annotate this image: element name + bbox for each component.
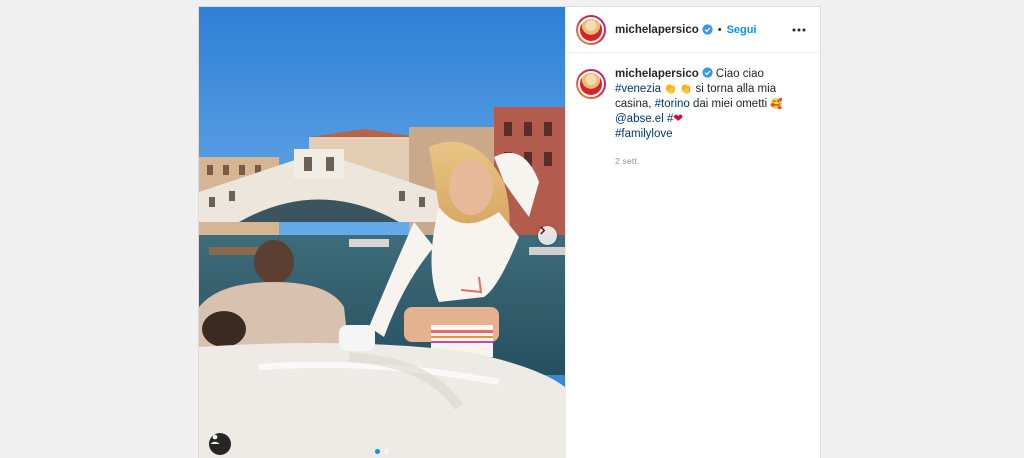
post-sidebar: michelapersico • Segui michelapersico Ci… <box>565 7 821 458</box>
hashtag-link[interactable]: #familylove <box>615 128 673 140</box>
verified-badge-icon <box>702 67 713 78</box>
caption-avatar[interactable] <box>576 69 606 99</box>
heart-emoji: ❤ <box>673 113 684 125</box>
post-timestamp[interactable]: 2 sett. <box>615 154 811 169</box>
verified-badge-icon <box>702 24 713 35</box>
chevron-right-icon <box>540 226 546 235</box>
clap-emoji: 👏 <box>679 84 693 95</box>
post-header: michelapersico • Segui <box>566 7 821 53</box>
hashtag-link[interactable]: #torino <box>655 98 690 110</box>
more-options-icon <box>792 28 806 31</box>
smiling-hearts-emoji: 🥰 <box>770 99 783 110</box>
next-slide-button[interactable] <box>538 226 557 245</box>
user-tag-icon <box>210 434 220 444</box>
caption-username[interactable]: michelapersico <box>615 68 699 80</box>
clap-emoji: 👏 <box>664 84 677 95</box>
carousel-dots <box>375 449 389 454</box>
hashtag-link[interactable]: #venezia <box>615 83 661 95</box>
carousel-dot <box>384 449 389 454</box>
caption-row: michelapersico Ciao ciao #venezia 👏 👏 si… <box>566 53 821 169</box>
user-tags-button[interactable] <box>209 433 231 455</box>
more-options-button[interactable] <box>787 18 811 42</box>
carousel-dot-active <box>375 449 380 454</box>
post-card: michelapersico • Segui michelapersico Ci… <box>198 6 821 458</box>
photo-venice <box>199 7 565 458</box>
caption-segment: dai miei ometti <box>689 98 771 110</box>
post-media[interactable] <box>199 7 565 458</box>
mention-link[interactable]: @abse.el <box>615 113 664 125</box>
header-username[interactable]: michelapersico <box>615 24 699 36</box>
follow-button[interactable]: Segui <box>727 24 757 36</box>
caption-segment: Ciao ciao <box>712 68 764 80</box>
avatar[interactable] <box>576 14 606 45</box>
caption-text: michelapersico Ciao ciao #venezia 👏 👏 si… <box>615 67 811 169</box>
header-separator: • <box>717 23 722 36</box>
